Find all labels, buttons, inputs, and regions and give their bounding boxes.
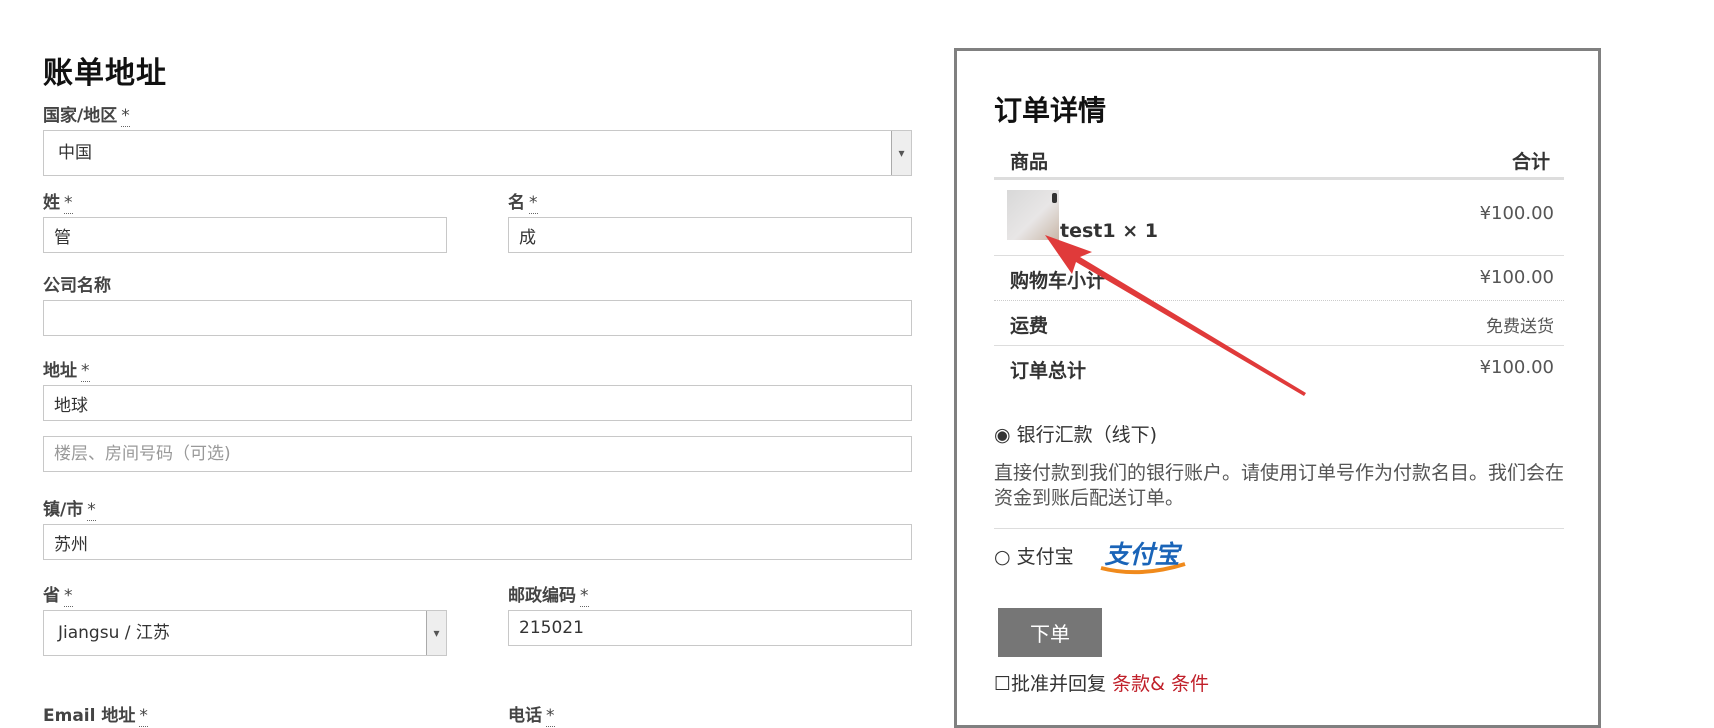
postcode-label: 邮政编码 *: [508, 586, 589, 607]
payment-divider: [994, 528, 1564, 529]
required-mark: *: [64, 193, 73, 214]
radio-unchecked-icon[interactable]: ○: [994, 546, 1011, 568]
lastname-label: 姓 *: [43, 193, 73, 214]
total-column-header: 合计: [1511, 151, 1550, 173]
svg-text:支付宝: 支付宝: [1104, 540, 1182, 569]
address1-field[interactable]: [43, 385, 912, 421]
terms-link[interactable]: 条款& 条件: [1112, 673, 1209, 695]
company-field[interactable]: [43, 300, 912, 336]
email-label: Email 地址 *: [43, 706, 148, 727]
country-select-value: 中国: [58, 143, 92, 163]
address-label: 地址 *: [43, 361, 90, 382]
order-table-header: 商品 合计: [994, 143, 1564, 180]
state-select[interactable]: Jiangsu / 江苏 ▾: [43, 610, 447, 656]
bank-transfer-option[interactable]: ◉ 银行汇款（线下): [994, 420, 1157, 447]
annotation-arrow-icon: [1045, 235, 1306, 396]
product-column-header: 商品: [1010, 151, 1049, 173]
bank-transfer-description: 直接付款到我们的银行账户。请使用订单号作为付款名目。我们会在资金到账后配送订单。: [994, 462, 1565, 509]
postcode-field[interactable]: [508, 610, 912, 646]
item-price: ¥100.00: [1479, 203, 1554, 224]
required-mark: *: [87, 500, 96, 521]
country-label: 国家/地区 *: [43, 106, 130, 127]
required-mark: *: [121, 106, 130, 127]
billing-title: 账单地址: [43, 56, 167, 91]
required-mark: *: [139, 706, 148, 727]
firstname-field[interactable]: [508, 217, 912, 253]
subtotal-value: ¥100.00: [1479, 267, 1554, 288]
checkbox-unchecked-icon[interactable]: ☐: [994, 673, 1011, 695]
state-select-value: Jiangsu / 江苏: [58, 623, 170, 643]
phone-label: 电话 *: [508, 706, 555, 727]
city-label: 镇/市 *: [43, 500, 96, 521]
terms-agreement: ☐批准并回复 条款& 条件: [994, 669, 1209, 696]
terms-prefix: 批准并回复: [1011, 673, 1107, 695]
place-order-button[interactable]: 下单: [998, 608, 1102, 657]
required-mark: *: [529, 193, 538, 214]
address2-field[interactable]: [43, 436, 912, 472]
city-field[interactable]: [43, 524, 912, 560]
chevron-down-icon[interactable]: ▾: [426, 611, 446, 655]
alipay-logo: 支付宝: [1100, 540, 1186, 575]
shipping-value: 免费送货: [1486, 317, 1554, 337]
company-label: 公司名称: [43, 276, 111, 296]
alipay-option[interactable]: ○ 支付宝: [994, 542, 1074, 569]
chevron-down-icon[interactable]: ▾: [891, 131, 911, 175]
firstname-label: 名 *: [508, 193, 538, 214]
state-label: 省 *: [43, 586, 73, 607]
required-mark: *: [580, 586, 589, 607]
alipay-label: 支付宝: [1016, 546, 1074, 568]
country-select[interactable]: 中国 ▾: [43, 130, 912, 176]
required-mark: *: [81, 361, 90, 382]
lastname-field[interactable]: [43, 217, 447, 253]
order-total-value: ¥100.00: [1479, 357, 1554, 378]
required-mark: *: [546, 706, 555, 727]
order-title: 订单详情: [994, 94, 1107, 127]
radio-checked-icon[interactable]: ◉: [994, 424, 1011, 446]
required-mark: *: [64, 586, 73, 607]
bank-transfer-label: 银行汇款（线下): [1016, 424, 1158, 446]
